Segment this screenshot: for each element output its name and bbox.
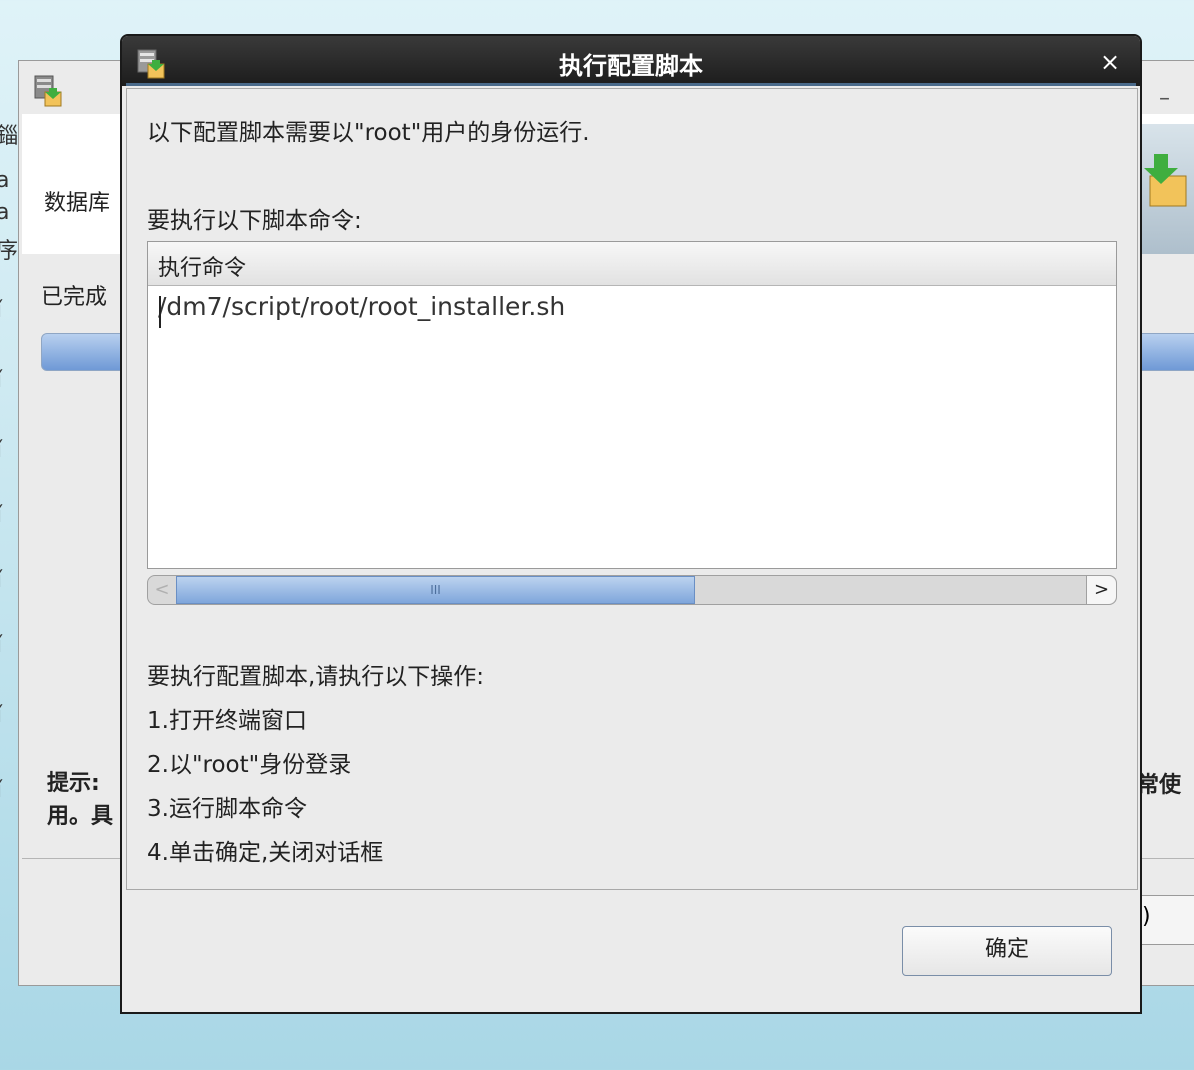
scroll-right-icon[interactable]: > (1086, 576, 1116, 604)
command-table: 执行命令 /dm7/script/root/root_installer.sh (147, 241, 1117, 569)
command-text: /dm7/script/root/root_installer.sh (158, 292, 566, 321)
scroll-thumb[interactable]: III (176, 576, 695, 604)
step-2: 2.以"root"身份登录 (147, 752, 352, 778)
left-window-strip: 錙aa序ǐǐǐǐǐǐǐǐ (0, 88, 18, 808)
left-strip-glyph: ǐ (0, 503, 2, 528)
instructions: 要执行配置脚本,请执行以下操作: 1.打开终端窗口 2.以"root"身份登录 … (147, 657, 484, 877)
left-strip-glyph: ǐ (0, 568, 2, 593)
step-4: 4.单击确定,关闭对话框 (147, 840, 384, 866)
step-1: 1.打开终端窗口 (147, 708, 307, 734)
hint-text: 提示: 用。具 (47, 767, 113, 833)
step-3: 3.运行脚本命令 (147, 796, 307, 822)
text-caret (159, 296, 161, 328)
header-art (1136, 124, 1194, 254)
left-strip-glyph: 序 (0, 239, 18, 264)
header-label: 数据库 (44, 191, 111, 216)
ok-button[interactable]: 确定 (902, 926, 1112, 976)
left-strip-glyph: ǐ (0, 298, 2, 323)
execute-config-script-dialog: 执行配置脚本 × 以下配置脚本需要以"root"用户的身份运行. 要执行以下脚本… (120, 34, 1142, 1014)
hint-text-right: 常使 (1137, 773, 1182, 798)
title-underline (126, 83, 1136, 86)
background-button[interactable]: ) (1137, 895, 1194, 945)
left-strip-glyph: ǐ (0, 633, 2, 658)
close-icon[interactable]: × (1100, 48, 1120, 76)
minimize-icon[interactable]: – (1159, 86, 1170, 111)
left-strip-glyph: a (0, 168, 10, 193)
hint-line-2: 用。具 (47, 804, 114, 829)
left-strip-glyph: ǐ (0, 778, 2, 803)
left-strip-glyph: ǐ (0, 703, 2, 728)
scroll-left-icon[interactable]: < (148, 576, 176, 604)
left-strip-glyph: 錙 (0, 124, 18, 149)
done-label: 已完成 (41, 285, 108, 310)
intro-text: 以下配置脚本需要以"root"用户的身份运行. (147, 120, 590, 146)
content-panel: 以下配置脚本需要以"root"用户的身份运行. 要执行以下脚本命令: 执行命令 … (126, 88, 1138, 890)
hint-line-1: 提示: (47, 771, 100, 796)
dialog-title: 执行配置脚本 (559, 52, 703, 80)
horizontal-scrollbar[interactable]: < III > (147, 575, 1117, 605)
installer-icon (34, 75, 62, 107)
left-strip-glyph: ǐ (0, 438, 2, 463)
table-row[interactable]: /dm7/script/root/root_installer.sh (148, 288, 1116, 332)
title-bar[interactable]: 执行配置脚本 × (122, 36, 1140, 86)
left-strip-glyph: ǐ (0, 368, 2, 393)
left-strip-glyph: a (0, 200, 10, 225)
column-header[interactable]: 执行命令 (148, 242, 1116, 286)
package-icon (1144, 154, 1187, 207)
steps-heading: 要执行配置脚本,请执行以下操作: (147, 664, 485, 690)
command-label: 要执行以下脚本命令: (147, 208, 362, 234)
